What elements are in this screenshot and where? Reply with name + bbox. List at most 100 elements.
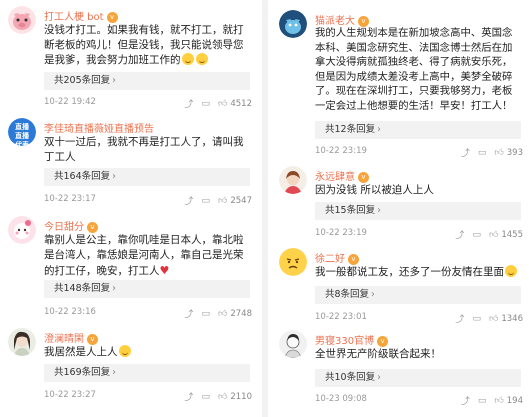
thumbs-up-icon[interactable]: 👍︎ bbox=[218, 309, 227, 319]
comment-text: 我居然是人上人 bbox=[44, 345, 250, 360]
thumbs-up-icon[interactable]: 👍︎ bbox=[489, 230, 498, 240]
username[interactable]: 李佳琦直播薇娅直播预告 bbox=[44, 120, 154, 135]
replies-link[interactable]: 共148条回复 › bbox=[44, 280, 250, 298]
comment-icon[interactable]: ▭ bbox=[478, 396, 487, 406]
like-count: 2748 bbox=[230, 308, 252, 319]
username[interactable]: 猫派老大 v bbox=[315, 12, 369, 27]
username[interactable]: 今日甜分 v bbox=[44, 218, 98, 233]
like-count: 194 bbox=[506, 395, 523, 406]
thumbs-up-icon[interactable]: 👍︎ bbox=[494, 148, 503, 158]
timestamp: 10-22 23:19 bbox=[315, 228, 367, 238]
comment-meta: 10-22 23:27 ⤴ ▭ 👍︎ 2110 bbox=[44, 390, 252, 403]
thumbs-up-icon[interactable]: 👍︎ bbox=[218, 196, 227, 206]
comment-text: 我的人生规划本是在新加坡念高中、英国念本科、美国念研究生、法国念博士然后在加拿大… bbox=[315, 27, 513, 112]
comment-icon[interactable]: ▭ bbox=[472, 230, 481, 240]
timestamp: 10-22 23:17 bbox=[44, 194, 96, 204]
chevron-right-icon: › bbox=[112, 283, 116, 294]
username[interactable]: 打工人梗 bot v bbox=[44, 8, 118, 23]
comment-text: 没钱才打工。如果我有钱，就不打工，就打断老板的鸡儿！但是没钱，我只能说领导您是我… bbox=[44, 24, 244, 67]
smirk-emoji-icon bbox=[118, 345, 131, 357]
comment-item: 打工人梗 bot v 没钱才打工。如果我有钱，就不打工，就打断老板的鸡儿！但是没钱… bbox=[0, 6, 258, 110]
share-icon[interactable]: ⤴ bbox=[184, 97, 193, 110]
chevron-right-icon: › bbox=[112, 75, 116, 86]
smirk-emoji-icon bbox=[505, 265, 517, 277]
thumbs-up-icon[interactable]: 👍︎ bbox=[494, 396, 503, 406]
replies-link[interactable]: 共15条回复 › bbox=[315, 202, 521, 220]
share-icon[interactable]: ⤴ bbox=[184, 307, 193, 320]
replies-link[interactable]: 共8条回复 › bbox=[315, 286, 521, 304]
verified-badge-icon: v bbox=[377, 336, 389, 347]
username[interactable]: 永远肆意 v bbox=[315, 168, 369, 183]
like-count: 1455 bbox=[501, 229, 523, 240]
avatar[interactable] bbox=[8, 328, 36, 356]
comment-item: 直播 直播 代表 李佳琦直播薇娅直播预告 双十一过后，我就不再是打工人了，请叫我丁工… bbox=[0, 118, 258, 208]
avatar[interactable] bbox=[8, 216, 36, 244]
thumbs-up-icon[interactable]: 👍︎ bbox=[218, 392, 227, 402]
share-icon[interactable]: ⤴ bbox=[455, 312, 464, 325]
username[interactable]: 男寝330官博 v bbox=[315, 332, 389, 347]
comment-icon[interactable]: ▭ bbox=[472, 314, 481, 324]
comment-icon[interactable]: ▭ bbox=[201, 392, 210, 402]
avatar[interactable] bbox=[279, 10, 307, 38]
verified-badge-icon: v bbox=[106, 12, 118, 23]
like-count: 4512 bbox=[230, 98, 252, 109]
smile-emoji-icon bbox=[181, 53, 194, 66]
replies-link[interactable]: 共12条回复 › bbox=[315, 121, 521, 139]
comment-text: 我一般都说工友，还多了一份友情在里面 bbox=[315, 265, 521, 280]
right-comment-column: 猫派老大 v 我的人生规划本是在新加坡念高中、英国念本科、美国念研究生、法国念博士… bbox=[271, 0, 529, 417]
timestamp: 10-22 23:16 bbox=[44, 307, 96, 317]
replies-link[interactable]: 共10条回复 › bbox=[315, 369, 521, 387]
avatar[interactable] bbox=[279, 248, 307, 276]
timestamp: 10-22 19:42 bbox=[44, 97, 96, 107]
verified-badge-icon: v bbox=[87, 334, 98, 345]
like-count: 393 bbox=[506, 147, 523, 158]
share-icon[interactable]: ⤴ bbox=[461, 146, 470, 159]
comment-meta: 10-22 23:17 ⤴ ▭ 👍︎ 2547 bbox=[44, 194, 252, 207]
comment-meta: 10-22 23:19 ⤴ ▭ 👍︎ 1455 bbox=[315, 228, 523, 241]
share-icon[interactable]: ⤴ bbox=[184, 194, 193, 207]
avatar[interactable] bbox=[8, 6, 36, 34]
comment-text: 因为没钱 所以被迫人上人 bbox=[315, 184, 434, 196]
left-comment-column: 打工人梗 bot v 没钱才打工。如果我有钱，就不打工，就打断老板的鸡儿！但是没钱… bbox=[0, 0, 258, 417]
share-icon[interactable]: ⤴ bbox=[184, 390, 193, 403]
comment-text: 靠别人是公主，靠你叽哇是日本人，靠北啦是台湾人，靠恁娘是河南人，靠自己是光荣的打… bbox=[44, 234, 244, 278]
like-count: 2547 bbox=[230, 195, 252, 206]
replies-link[interactable]: 共205条回复 › bbox=[44, 72, 250, 90]
comment-meta: 10-23 09:08 ⤴ ▭ 👍︎ 194 bbox=[315, 394, 523, 407]
comment-meta: 10-22 23:16 ⤴ ▭ 👍︎ 2748 bbox=[44, 307, 252, 320]
comment-item: 猫派老大 v 我的人生规划本是在新加坡念高中、英国念本科、美国念研究生、法国念博士… bbox=[271, 10, 529, 160]
username[interactable]: 徐二好 v bbox=[315, 250, 359, 265]
smile-emoji-icon bbox=[195, 53, 208, 66]
comment-item: 今日甜分 v 靠别人是公主，靠你叽哇是日本人，靠北啦是台湾人，靠恁娘是河南人，靠自… bbox=[0, 216, 258, 324]
chevron-right-icon: › bbox=[112, 171, 116, 182]
verified-badge-icon: v bbox=[87, 222, 98, 233]
comment-icon[interactable]: ▭ bbox=[478, 148, 487, 158]
share-icon[interactable]: ⤴ bbox=[461, 394, 470, 407]
share-icon[interactable]: ⤴ bbox=[455, 228, 464, 241]
comment-item: 男寝330官博 v 全世界无产阶级联合起来！ 共10条回复 › 10-23 09:0… bbox=[271, 330, 529, 414]
avatar[interactable] bbox=[279, 330, 307, 358]
username[interactable]: 澄澜晴閑 v bbox=[44, 330, 98, 345]
comment-icon[interactable]: ▭ bbox=[201, 99, 210, 109]
thumbs-up-icon[interactable]: 👍︎ bbox=[489, 314, 498, 324]
comment-meta: 10-22 23:19 ⤴ ▭ 👍︎ 393 bbox=[315, 146, 523, 159]
like-count: 2110 bbox=[230, 391, 252, 402]
timestamp: 10-22 23:27 bbox=[44, 390, 96, 400]
avatar[interactable] bbox=[279, 166, 307, 194]
comment-icon[interactable]: ▭ bbox=[201, 196, 210, 206]
timestamp: 10-23 09:08 bbox=[315, 394, 367, 404]
verified-badge-icon: v bbox=[348, 254, 359, 265]
replies-link[interactable]: 共169条回复 › bbox=[44, 364, 250, 382]
comment-item: 徐二好 v 我一般都说工友，还多了一份友情在里面 共8条回复 › 10-22 23:… bbox=[271, 248, 529, 328]
thumbs-up-icon[interactable]: 👍︎ bbox=[218, 99, 227, 109]
comment-screenshot: 打工人梗 bot v 没钱才打工。如果我有钱，就不打工，就打断老板的鸡儿！但是没钱… bbox=[0, 0, 529, 417]
comment-icon[interactable]: ▭ bbox=[201, 309, 210, 319]
like-count: 1346 bbox=[501, 313, 523, 324]
chevron-right-icon: › bbox=[377, 372, 381, 383]
replies-link[interactable]: 共164条回复 › bbox=[44, 168, 250, 186]
chevron-right-icon: › bbox=[377, 205, 381, 216]
heart-emoji-icon: ♥ bbox=[159, 264, 170, 278]
avatar[interactable]: 直播 直播 代表 bbox=[8, 118, 36, 146]
chevron-right-icon: › bbox=[371, 289, 375, 300]
comment-meta: 10-22 19:42 ⤴ ▭ 👍︎ 4512 bbox=[44, 97, 252, 110]
